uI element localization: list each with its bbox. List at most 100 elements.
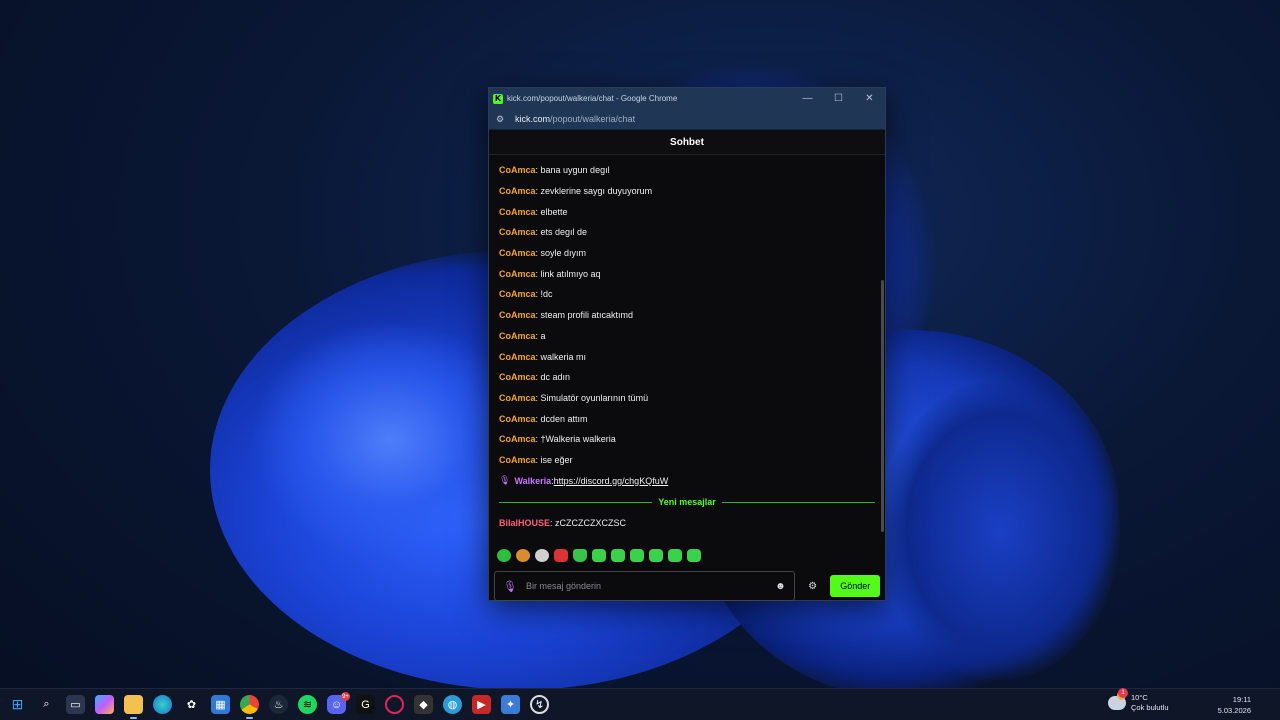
chat-message: CoAmca: Simulatör oyunlarının tümü	[499, 388, 875, 409]
chat-message: CoAmca: elbette	[499, 201, 875, 222]
chat-scrollbar[interactable]	[881, 280, 884, 532]
chat-message-text: : elbette	[535, 206, 568, 217]
emote-11-icon[interactable]	[687, 548, 701, 562]
weather-description: Çok bulutlu	[1131, 703, 1169, 712]
opera-gx-icon[interactable]	[385, 695, 404, 714]
app-circle-icon[interactable]: ↯	[530, 695, 549, 714]
logitech-icon[interactable]: G	[356, 695, 375, 714]
chat-input-row: 🎙 Bir mesaj gönderin ☻ ⚙ Gönder	[489, 565, 885, 603]
chat-username[interactable]: CoAmca	[499, 393, 536, 403]
task-view-icon[interactable]: ▭	[66, 695, 85, 714]
chat-username[interactable]: CoAmca	[499, 372, 536, 382]
weather-widget[interactable]: 1 10°C Çok bulutlu	[1108, 688, 1169, 713]
emote-9-icon[interactable]	[649, 548, 663, 562]
chat-message: CoAmca: link atılmıyo aq	[499, 263, 875, 284]
chat-message-text: : a	[535, 330, 546, 341]
chatgpt-icon[interactable]: ✿	[182, 695, 201, 714]
chat-username[interactable]: CoAmca	[499, 352, 536, 362]
emote-6-icon[interactable]	[592, 548, 606, 562]
chat-message: CoAmca: !dc	[499, 284, 875, 305]
media-player-icon[interactable]: ▶	[472, 695, 491, 714]
microphone-icon: 🎙	[503, 580, 517, 593]
emote-3-icon[interactable]	[535, 548, 549, 562]
store-icon[interactable]: ▦	[211, 695, 230, 714]
chat-message-text: : !dc	[535, 289, 553, 300]
discord-notification-badge: 9+	[341, 692, 350, 701]
emote-10-icon[interactable]	[668, 548, 682, 562]
chat-message: CoAmca: dcden attım	[499, 408, 875, 429]
chrome-popup-window: K kick.com/popout/walkeria/chat - Google…	[488, 87, 886, 601]
emote-8-icon[interactable]	[630, 548, 644, 562]
chat-username[interactable]: CoAmca	[499, 269, 536, 279]
emote-1-icon[interactable]	[497, 548, 511, 562]
chat-username[interactable]: BilalHOUSE	[499, 518, 550, 528]
copilot-icon[interactable]	[95, 695, 114, 714]
chat-username[interactable]: CoAmca	[499, 186, 536, 196]
chat-message: CoAmca: soyle dıyım	[499, 243, 875, 264]
chat-message-text: : bana uygun degıl	[535, 165, 610, 176]
globe-app-icon[interactable]: ◍	[443, 695, 462, 714]
chat-message-text: : dcden attım	[535, 413, 588, 424]
emote-2-icon[interactable]	[516, 548, 530, 562]
spotify-icon[interactable]: ≋	[298, 695, 317, 714]
chat-message: CoAmca: ets degıl de	[499, 222, 875, 243]
address-bar[interactable]: ⚙ kick.com/popout/walkeria/chat	[489, 109, 885, 130]
chat-username[interactable]: CoAmca	[499, 207, 536, 217]
chat-username[interactable]: Walkeria	[514, 476, 551, 486]
emote-5-icon[interactable]	[573, 548, 587, 562]
chat-username[interactable]: CoAmca	[499, 165, 536, 175]
url-path: /popout/walkeria/chat	[550, 114, 636, 124]
discord-icon[interactable]: ☺ 9+	[327, 692, 350, 714]
chrome-icon[interactable]	[240, 695, 259, 719]
minimize-button[interactable]: —	[792, 93, 823, 104]
chat-message-text: : link atılmıyo aq	[535, 268, 601, 279]
chat-message: CoAmca: zevklerine saygı duyuyorum	[499, 181, 875, 202]
maximize-button[interactable]: ☐	[823, 93, 854, 104]
chat-message: CoAmca: a	[499, 326, 875, 347]
site-settings-icon[interactable]: ⚙	[496, 114, 508, 125]
chat-message: CoAmca: steam profili atıcaktımd	[499, 305, 875, 326]
steam-icon[interactable]: ♨	[269, 695, 288, 714]
chat-message: CoAmca: walkeria mı	[499, 346, 875, 367]
chat-message-text: : steam profili atıcaktımd	[535, 310, 634, 321]
start-icon[interactable]: ⊞	[8, 695, 27, 714]
chat-message-text: : dc adın	[535, 372, 571, 383]
file-explorer-icon[interactable]	[124, 695, 143, 719]
url-host: kick.com	[515, 114, 551, 124]
app-cube-icon[interactable]: ◆	[414, 695, 433, 714]
chat-message: CoAmca: ise eğer	[499, 450, 875, 471]
emote-4-icon[interactable]	[554, 548, 568, 562]
chat-username[interactable]: CoAmca	[499, 414, 536, 424]
new-messages-label: Yeni mesajlar	[658, 497, 716, 507]
windows-taskbar: ⊞ ⌕ ▭ ✿ ▦ ♨ ≋ ☺ 9+ G ◆ ◍ ▶ ✦ ↯ 1 10°C Çok…	[0, 688, 1280, 720]
weather-badge: 1	[1118, 688, 1128, 698]
chat-username[interactable]: CoAmca	[499, 289, 536, 299]
chat-username[interactable]: CoAmca	[499, 227, 536, 237]
chat-header: Sohbet	[489, 130, 885, 155]
system-clock[interactable]: 19:11 5.03.2026	[1218, 694, 1251, 716]
emoji-picker-icon[interactable]: ☻	[775, 581, 786, 592]
search-icon[interactable]: ⌕	[37, 695, 56, 714]
window-titlebar[interactable]: K kick.com/popout/walkeria/chat - Google…	[489, 88, 885, 109]
chat-settings-icon[interactable]: ⚙	[795, 581, 831, 592]
chat-username[interactable]: CoAmca	[499, 331, 536, 341]
chat-username[interactable]: CoAmca	[499, 310, 536, 320]
chat-message-text: : Simulatör oyunlarının tümü	[535, 392, 649, 403]
edge-icon[interactable]	[153, 695, 172, 714]
weather-temperature: 10°C	[1131, 693, 1148, 702]
app-network-icon[interactable]: ✦	[501, 695, 520, 714]
chat-username[interactable]: CoAmca	[499, 434, 536, 444]
close-button[interactable]: ✕	[854, 93, 885, 104]
emote-7-icon[interactable]	[611, 548, 625, 562]
window-title: kick.com/popout/walkeria/chat - Google C…	[507, 94, 678, 103]
chat-username[interactable]: CoAmca	[499, 248, 536, 258]
chat-message-text: : soyle dıyım	[535, 248, 587, 259]
chat-username[interactable]: CoAmca	[499, 455, 536, 465]
chat-message-list[interactable]: CoAmca: bana uygun degıl CoAmca: zevkleri…	[489, 155, 885, 545]
discord-link[interactable]: https://discord.gg/chgKQfuW	[554, 476, 669, 486]
send-button[interactable]: Gönder	[830, 575, 880, 597]
microphone-badge-icon: 🎙	[499, 475, 511, 486]
host-message: 🎙 Walkeria: https://discord.gg/chgKQfuW	[499, 470, 875, 491]
new-messages-divider: Yeni mesajlar	[499, 491, 875, 513]
chat-message-input[interactable]: 🎙 Bir mesaj gönderin ☻	[494, 571, 795, 601]
